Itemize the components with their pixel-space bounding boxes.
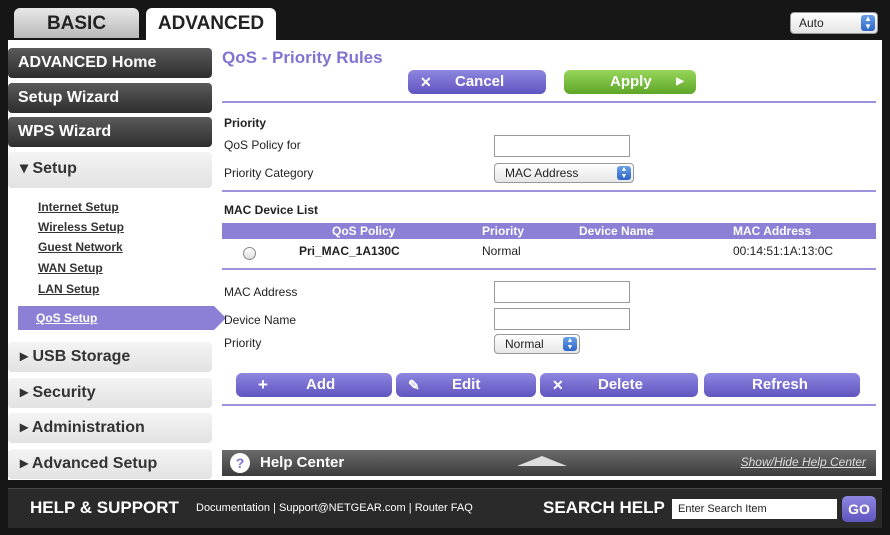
- sidebar-item-advanced-setup[interactable]: ▸ Advanced Setup: [8, 449, 212, 479]
- divider: [222, 101, 876, 103]
- device-name-label: Device Name: [224, 313, 297, 327]
- go-button[interactable]: GO: [842, 496, 876, 522]
- sidebar-item-advanced-home[interactable]: ADVANCED Home: [8, 48, 212, 78]
- delete-button[interactable]: ✕ Delete: [540, 373, 698, 397]
- apply-label: Apply: [610, 73, 652, 90]
- help-icon: ?: [230, 453, 250, 473]
- edit-button[interactable]: ✎ Edit: [396, 373, 536, 397]
- priority-value: Normal: [505, 337, 544, 351]
- refresh-button[interactable]: Refresh: [704, 373, 860, 397]
- add-label: Add: [306, 376, 336, 393]
- sidebar-subitem-wan-setup[interactable]: WAN Setup: [38, 261, 103, 275]
- priority-category-select[interactable]: MAC Address ▲ ▼: [494, 163, 634, 183]
- column-header-qos-policy: QoS Policy: [332, 224, 396, 238]
- sidebar-item-administration[interactable]: ▸ Administration: [8, 413, 212, 443]
- priority-label: Priority: [224, 336, 262, 350]
- sidebar-item-setup-wizard[interactable]: Setup Wizard: [8, 83, 212, 113]
- column-header-mac-address: MAC Address: [733, 224, 812, 238]
- cell-qos-policy: Pri_MAC_1A130C: [299, 244, 400, 258]
- row-select-radio[interactable]: [243, 247, 256, 260]
- mac-device-list-heading: MAC Device List: [224, 203, 319, 217]
- column-header-device-name: Device Name: [579, 224, 654, 238]
- cell-priority: Normal: [482, 244, 521, 258]
- sidebar-item-usb-storage[interactable]: ▸ USB Storage: [8, 342, 212, 372]
- priority-heading: Priority: [224, 116, 267, 130]
- play-icon: ▶: [676, 76, 684, 87]
- close-icon: ✕: [420, 74, 432, 90]
- sidebar-item-setup[interactable]: ▾ Setup: [8, 152, 212, 188]
- divider: [222, 404, 876, 406]
- sidebar-item-security[interactable]: ▸ Security: [8, 378, 212, 408]
- divider: [222, 268, 876, 270]
- cell-mac-address: 00:14:51:1A:13:0C: [733, 244, 834, 258]
- sidebar-subitem-lan-setup[interactable]: LAN Setup: [38, 282, 99, 296]
- refresh-label: Refresh: [752, 376, 808, 393]
- priority-category-label: Priority Category: [224, 166, 314, 180]
- mac-address-label: MAC Address: [224, 285, 298, 299]
- add-button[interactable]: + Add: [236, 373, 392, 397]
- language-select-value: Auto: [799, 16, 824, 30]
- pencil-icon: ✎: [408, 377, 420, 393]
- column-header-priority: Priority: [482, 224, 525, 238]
- language-select[interactable]: Auto ▲ ▼: [790, 12, 878, 34]
- qos-policy-for-label: QoS Policy for: [224, 138, 301, 152]
- help-support-label: HELP & SUPPORT: [30, 498, 179, 517]
- chevron-updown-icon: ▲ ▼: [617, 166, 631, 180]
- divider: [222, 190, 876, 192]
- support-email-link[interactable]: Support@NETGEAR.com: [279, 502, 406, 514]
- mac-address-input[interactable]: [494, 281, 630, 303]
- apply-button[interactable]: Apply ▶: [564, 70, 696, 94]
- priority-category-value: MAC Address: [505, 166, 579, 180]
- tab-basic[interactable]: BASIC: [14, 8, 139, 38]
- sidebar-item-wps-wizard[interactable]: WPS Wizard: [8, 117, 212, 147]
- router-faq-link[interactable]: Router FAQ: [415, 502, 473, 514]
- qos-policy-for-input[interactable]: [494, 135, 630, 157]
- cancel-label: Cancel: [455, 73, 505, 90]
- documentation-link[interactable]: Documentation: [196, 502, 270, 514]
- search-input[interactable]: Enter Search Item: [672, 499, 837, 519]
- page-title: QoS - Priority Rules: [222, 48, 383, 67]
- sidebar-subitem-internet-setup[interactable]: Internet Setup: [38, 200, 119, 214]
- edit-label: Edit: [452, 376, 481, 393]
- priority-select[interactable]: Normal ▲ ▼: [494, 334, 580, 354]
- show-hide-help-center-link[interactable]: Show/Hide Help Center: [741, 455, 866, 469]
- footer-links: Documentation | Support@NETGEAR.com | Ro…: [196, 502, 473, 514]
- close-icon: ✕: [552, 377, 564, 393]
- plus-icon: +: [258, 375, 268, 394]
- sidebar-subitem-guest-network[interactable]: Guest Network: [38, 240, 123, 254]
- chevron-updown-icon: ▲ ▼: [563, 337, 577, 351]
- device-name-input[interactable]: [494, 308, 630, 330]
- tab-advanced[interactable]: ADVANCED: [146, 8, 276, 40]
- help-center-label: Help Center: [260, 454, 345, 471]
- help-center-bar[interactable]: ? Help Center Show/Hide Help Center: [222, 450, 876, 476]
- table-header: QoS Policy Priority Device Name MAC Addr…: [222, 223, 876, 239]
- footer: HELP & SUPPORT Documentation | Support@N…: [8, 488, 882, 528]
- sidebar-subitem-wireless-setup[interactable]: Wireless Setup: [38, 220, 124, 234]
- sidebar-subitem-qos-setup[interactable]: QoS Setup: [18, 306, 226, 330]
- cancel-button[interactable]: ✕ Cancel: [408, 70, 546, 94]
- expand-arrow-icon[interactable]: [517, 456, 567, 466]
- chevron-updown-icon: ▲ ▼: [861, 15, 875, 31]
- search-help-label: SEARCH HELP: [543, 498, 665, 517]
- delete-label: Delete: [598, 376, 644, 393]
